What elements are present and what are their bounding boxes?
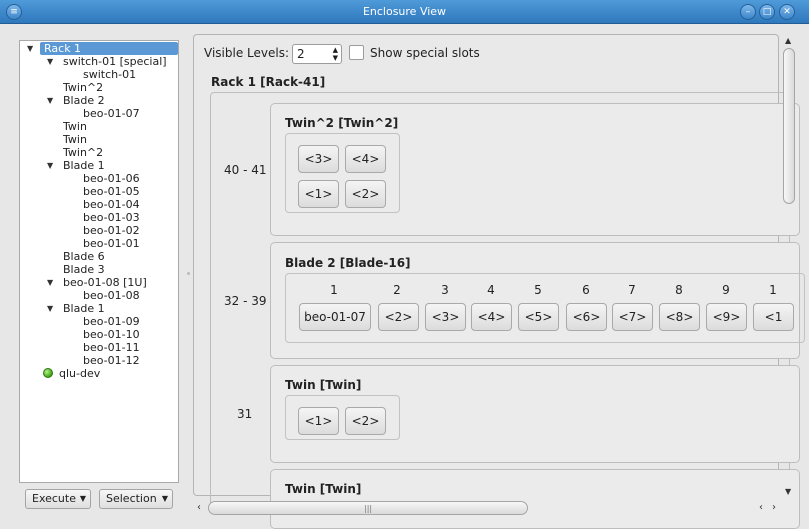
vertical-scroll-thumb[interactable] [783,48,795,204]
group-title: Twin [Twin] [285,378,362,392]
scroll-up-icon[interactable]: ▲ [785,36,791,45]
horizontal-scroll-thumb[interactable]: ||| [208,501,528,515]
rack-title: Rack 1 [Rack-41] [211,75,326,89]
execute-label: Execute [32,492,76,505]
spin-down-icon[interactable]: ▼ [333,54,338,62]
column-label: 4 [487,283,495,297]
slot-button[interactable]: <5> [518,303,559,331]
window-title: Enclosure View [362,5,447,18]
tree-item[interactable]: beo-01-10 [83,328,140,341]
selection-label: Selection [106,492,157,505]
tree-item[interactable]: Twin^2 [63,81,103,94]
slot-button[interactable]: <1> [298,180,339,208]
slot-button[interactable]: <4> [345,145,386,173]
slot-button[interactable]: <6> [566,303,607,331]
enclosure-group-blade2: Blade 2 [Blade-16] 1 2 3 4 5 6 7 8 9 1 b… [270,242,805,359]
chevron-down-icon: ▼ [161,494,168,503]
unit-range-label: 40 - 41 [224,163,267,177]
column-label: 8 [675,283,683,297]
visible-levels-value: 2 [297,47,305,61]
slot-button[interactable]: <7> [612,303,653,331]
expand-arrow-icon[interactable]: ▼ [47,159,53,172]
column-label: 7 [628,283,636,297]
group-title: Twin [Twin] [285,482,362,496]
tree-item[interactable]: switch-01 [83,68,136,81]
visible-levels-label: Visible Levels: [204,46,289,60]
unit-range-label: 31 [237,407,253,421]
slot-button[interactable]: <1> [298,407,339,435]
online-status-icon [43,368,53,378]
scroll-right-icon[interactable]: › [772,502,776,513]
show-special-slots-label: Show special slots [370,46,480,60]
splitter-handle[interactable] [187,272,190,275]
group-title: Twin^2 [Twin^2] [285,116,399,130]
column-label: 1 [330,283,338,297]
expand-arrow-icon[interactable]: ▼ [47,94,53,107]
tree-item[interactable]: beo-01-06 [83,172,140,185]
column-label: 3 [441,283,449,297]
visible-levels-spinner[interactable]: 2 ▲ ▼ [292,44,342,64]
expand-arrow-icon[interactable]: ▼ [47,276,53,289]
tree-item-rack-1[interactable]: Rack 1 [40,42,178,55]
scroll-left-icon[interactable]: ‹ [759,502,763,513]
column-label: 9 [722,283,730,297]
selection-button[interactable]: Selection ▼ [99,489,173,509]
tree-item[interactable]: Twin [63,133,87,146]
maximize-icon[interactable]: □ [759,4,775,20]
tree-item[interactable]: beo-01-08 [1U] [63,276,147,289]
tree-item[interactable]: switch-01 [special] [63,55,167,68]
slot-button[interactable]: <2> [378,303,419,331]
tree-item[interactable]: beo-01-03 [83,211,140,224]
tree-item[interactable]: Blade 3 [63,263,105,276]
tree-item[interactable]: beo-01-04 [83,198,140,211]
close-icon[interactable]: ✕ [779,4,795,20]
tree-item[interactable]: Blade 1 [63,159,105,172]
slot-button[interactable]: <9> [706,303,747,331]
unit-range-label: 32 - 39 [224,294,267,308]
slot-button[interactable]: <4> [471,303,512,331]
show-special-slots-checkbox[interactable] [349,45,364,60]
tree-item[interactable]: beo-01-09 [83,315,140,328]
scroll-down-icon[interactable]: ▼ [785,487,791,496]
chevron-down-icon: ▼ [79,494,86,503]
tree-item[interactable]: beo-01-02 [83,224,140,237]
tree-item[interactable]: Blade 1 [63,302,105,315]
tree-item[interactable]: Twin^2 [63,146,103,159]
tree-item[interactable]: beo-01-08 [83,289,140,302]
slot-button[interactable]: <2> [345,407,386,435]
expand-arrow-icon[interactable]: ▼ [47,55,53,68]
tree-item-qlu-dev[interactable]: qlu-dev [59,367,100,380]
slot-button[interactable]: <3> [298,145,339,173]
expand-arrow-icon[interactable]: ▼ [47,302,53,315]
tree-item[interactable]: beo-01-12 [83,354,140,367]
execute-button[interactable]: Execute ▼ [25,489,91,509]
enclosure-group-twin2: Twin^2 [Twin^2] <3> <4> <1> <2> [270,103,800,236]
spin-up-icon[interactable]: ▲ [333,46,338,54]
tree-item[interactable]: Twin [63,120,87,133]
grip-icon: ||| [364,504,373,513]
slot-button[interactable]: <8> [659,303,700,331]
tree-item[interactable]: beo-01-01 [83,237,140,250]
device-tree[interactable]: ▼ Rack 1 ▼ switch-01 [special] switch-01… [19,40,179,483]
enclosure-group-twin: Twin [Twin] [270,469,800,529]
tree-item[interactable]: beo-01-11 [83,341,140,354]
slot-button[interactable]: <3> [425,303,466,331]
tree-item[interactable]: Blade 2 [63,94,105,107]
slot-button[interactable]: <2> [345,180,386,208]
group-title: Blade 2 [Blade-16] [285,256,411,270]
column-label: 6 [582,283,590,297]
slot-button[interactable]: beo-01-07 [299,303,371,331]
tree-item[interactable]: Blade 6 [63,250,105,263]
column-label: 2 [393,283,401,297]
title-bar: ≡ Enclosure View – □ ✕ [0,0,809,24]
scroll-left-icon[interactable]: ‹ [197,502,201,513]
expand-arrow-icon[interactable]: ▼ [27,42,33,55]
enclosure-group-twin: Twin [Twin] <1> <2> [270,365,800,463]
tree-item[interactable]: beo-01-05 [83,185,140,198]
minimize-icon[interactable]: – [740,4,756,20]
tree-item[interactable]: beo-01-07 [83,107,140,120]
column-label: 5 [534,283,542,297]
